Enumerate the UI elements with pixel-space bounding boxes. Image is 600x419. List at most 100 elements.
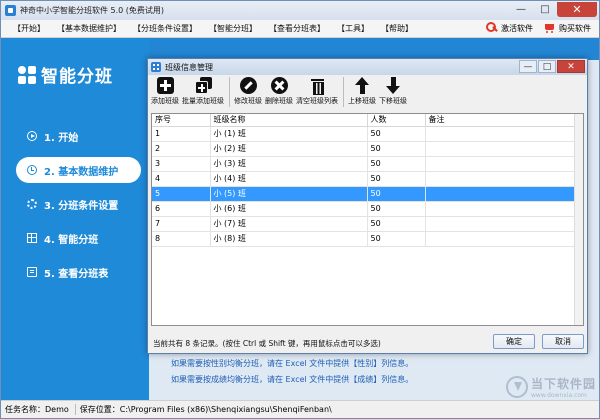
clear-class-list-label: 清空班级列表 <box>296 97 338 105</box>
cell-class-name: 小 (8) 班 <box>210 231 368 247</box>
activate-label: 激活软件 <box>501 23 533 33</box>
col-header-note[interactable]: 备注 <box>425 114 576 127</box>
cell-index: 3 <box>152 156 211 172</box>
sidebar-item-label: 4. 智能分班 <box>44 234 99 246</box>
cell-note <box>425 231 576 247</box>
sidebar-item-label: 2. 基本数据维护 <box>44 166 119 178</box>
cart-icon <box>543 22 556 34</box>
close-button[interactable]: ✕ <box>557 2 597 17</box>
cell-index: 6 <box>152 201 211 217</box>
table-row[interactable]: 1 小 (1) 班 50 <box>152 126 576 142</box>
cell-note <box>425 156 576 172</box>
cell-class-name: 小 (6) 班 <box>210 201 368 217</box>
buy-software-button[interactable]: 购买软件 <box>543 22 591 34</box>
cell-count: 50 <box>367 231 426 247</box>
class-table[interactable]: 序号 班级名称 人数 备注 1 小 (1) 班 50 2 小 (2) 班 50 <box>151 113 584 326</box>
menu-view-table[interactable]: 【查看分班表】 <box>269 23 325 34</box>
maximize-button[interactable]: □ <box>533 2 557 17</box>
cell-note <box>425 126 576 142</box>
hint-score: 如果需要按成绩均衡分班，请在 Excel 文件中提供【成绩】列信息。 <box>171 375 414 384</box>
activate-software-button[interactable]: 激活软件 <box>486 22 533 34</box>
ok-button[interactable]: 确定 <box>493 334 535 349</box>
sidebar-item-label: 3. 分班条件设置 <box>44 200 119 212</box>
cell-count: 50 <box>367 201 426 217</box>
hint-gender: 如果需要按性别均衡分班，请在 Excel 文件中提供【性别】列信息。 <box>171 359 414 368</box>
table-row[interactable]: 6 小 (6) 班 50 <box>152 201 576 217</box>
cell-note <box>425 141 576 157</box>
menu-basic-data[interactable]: 【基本数据维护】 <box>57 23 121 34</box>
sidebar-item-basic-data[interactable]: 2. 基本数据维护 <box>16 157 141 183</box>
menu-help[interactable]: 【帮助】 <box>381 23 413 34</box>
move-up-button[interactable]: 上移班级 <box>348 77 376 106</box>
menu-conditions[interactable]: 【分班条件设置】 <box>133 23 197 34</box>
status-task: 任务名称：Demo <box>1 404 76 415</box>
batch-add-icon <box>194 77 212 94</box>
cell-count: 50 <box>367 216 426 232</box>
cancel-button[interactable]: 取消 <box>542 334 584 349</box>
trash-icon <box>309 77 326 95</box>
cell-index: 4 <box>152 171 211 187</box>
menu-start[interactable]: 【开始】 <box>13 23 45 34</box>
table-header: 序号 班级名称 人数 备注 <box>152 114 576 127</box>
table-row[interactable]: 8 小 (8) 班 50 <box>152 231 576 247</box>
sidebar-item-smart-assign[interactable]: 4. 智能分班 <box>1 225 149 251</box>
sidebar-item-view-table[interactable]: 5. 查看分班表 <box>1 259 149 285</box>
table-row[interactable]: 7 小 (7) 班 50 <box>152 216 576 232</box>
dialog-maximize-button[interactable]: □ <box>538 60 556 73</box>
sidebar: 智能分班 1. 开始 2. 基本数据维护 3. 分班条件设置 4. 智能分班 5… <box>1 38 149 400</box>
minimize-button[interactable]: — <box>509 2 533 17</box>
batch-add-class-button[interactable]: 批量添加班级 <box>182 77 224 106</box>
arrow-up-icon <box>354 77 371 94</box>
col-header-class-name[interactable]: 班级名称 <box>210 114 368 127</box>
dialog-close-button[interactable]: ✕ <box>557 60 585 73</box>
dialog-minimize-button[interactable]: — <box>519 60 537 73</box>
col-header-count[interactable]: 人数 <box>367 114 426 127</box>
table-scrollbar[interactable] <box>574 114 583 325</box>
clear-class-list-button[interactable]: 清空班级列表 <box>296 77 338 106</box>
watermark: 当下软件园 www.downxia.com <box>506 375 596 399</box>
brand-title: 智能分班 <box>41 67 113 87</box>
class-info-dialog: 班级信息管理 — □ ✕ 添加班级 批量添加班级 修改班级 删除班级 清空班级列… <box>147 58 588 354</box>
edit-class-button[interactable]: 修改班级 <box>234 77 262 106</box>
play-icon <box>27 131 37 141</box>
list-icon <box>27 267 37 277</box>
cell-count: 50 <box>367 156 426 172</box>
dialog-app-icon <box>151 62 161 72</box>
move-down-button[interactable]: 下移班级 <box>379 77 407 106</box>
cell-count: 50 <box>367 186 426 202</box>
sidebar-item-start[interactable]: 1. 开始 <box>1 123 149 149</box>
menu-smart-assign[interactable]: 【智能分班】 <box>209 23 257 34</box>
status-bar: 任务名称：Demo 保存位置：C:\Program Files (x86)\Sh… <box>1 400 599 418</box>
cell-index: 1 <box>152 126 211 142</box>
table-row[interactable]: 3 小 (3) 班 50 <box>152 156 576 172</box>
add-class-button[interactable]: 添加班级 <box>151 77 179 106</box>
main-header-strip <box>149 38 599 60</box>
menu-bar: 【开始】 【基本数据维护】 【分班条件设置】 【智能分班】 【查看分班表】 【工… <box>1 20 599 38</box>
menu-tools[interactable]: 【工具】 <box>337 23 369 34</box>
sidebar-item-label: 1. 开始 <box>44 132 79 144</box>
app-icon <box>5 5 16 16</box>
cell-class-name: 小 (7) 班 <box>210 216 368 232</box>
sidebar-item-conditions[interactable]: 3. 分班条件设置 <box>1 191 149 217</box>
clock-icon <box>27 165 37 175</box>
batch-add-class-label: 批量添加班级 <box>182 97 224 105</box>
watermark-cn: 当下软件园 <box>531 377 597 391</box>
title-bar[interactable]: 神奇中小学智能分班软件 5.0 (免费试用) — □ ✕ <box>1 1 599 20</box>
table-row[interactable]: 2 小 (2) 班 50 <box>152 141 576 157</box>
buy-label: 购买软件 <box>559 23 591 33</box>
table-row[interactable]: 4 小 (4) 班 50 <box>152 171 576 187</box>
cell-class-name: 小 (5) 班 <box>210 186 368 202</box>
arrow-down-icon <box>385 77 402 94</box>
col-header-index[interactable]: 序号 <box>152 114 211 127</box>
dialog-title-bar[interactable]: 班级信息管理 — □ ✕ <box>148 59 587 75</box>
cell-note <box>425 171 576 187</box>
cell-count: 50 <box>367 141 426 157</box>
sidebar-item-label: 5. 查看分班表 <box>44 268 109 280</box>
delete-class-button[interactable]: 删除班级 <box>265 77 293 106</box>
table-row-selected[interactable]: 5 小 (5) 班 50 <box>152 186 576 202</box>
move-down-label: 下移班级 <box>379 97 407 105</box>
cell-index: 7 <box>152 216 211 232</box>
key-icon <box>486 22 498 34</box>
cell-index: 5 <box>152 186 211 202</box>
cell-class-name: 小 (1) 班 <box>210 126 368 142</box>
